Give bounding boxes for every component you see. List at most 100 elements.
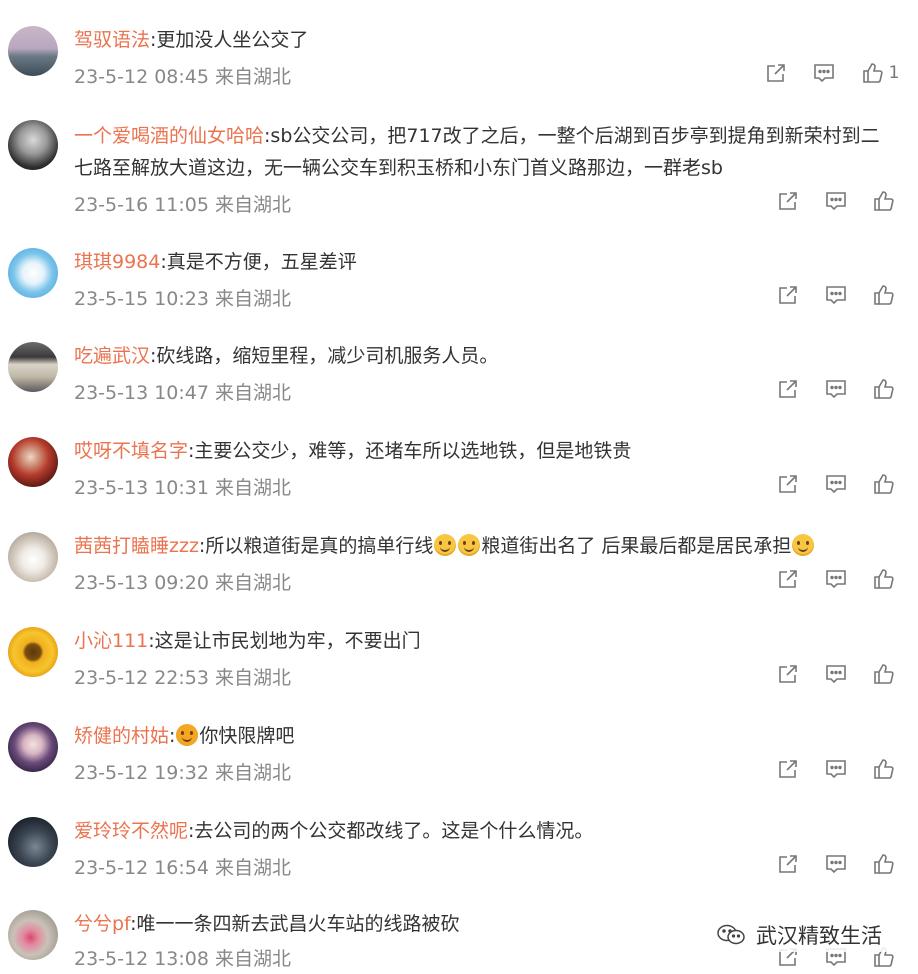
comment-meta: 23-5-13 10:47 来自湖北 — [74, 378, 291, 405]
avatar[interactable] — [8, 627, 58, 677]
comment-body: :真是不方便，五星差评 — [160, 251, 357, 273]
comment-body: 你快限牌吧 — [199, 725, 295, 747]
thumbs-up-icon[interactable] — [860, 282, 908, 308]
share-icon[interactable] — [764, 661, 812, 687]
avatar[interactable] — [8, 342, 58, 392]
location: 来自湖北 — [215, 288, 292, 310]
share-icon[interactable] — [764, 282, 812, 308]
thumbs-up-icon[interactable] — [860, 851, 908, 877]
comment-actions — [764, 756, 908, 782]
share-icon[interactable] — [764, 471, 812, 497]
comment-icon[interactable] — [812, 661, 860, 687]
comment-item: 爱玲玲不然呢:去公司的两个公交都改线了。这是个什么情况。 23-5-12 16:… — [0, 797, 918, 892]
comment-item: 驾驭语法:更加没人坐公交了 23-5-12 08:45 来自湖北 1 — [0, 0, 918, 100]
thumbs-up-icon[interactable] — [860, 188, 908, 214]
username-link[interactable]: 爱玲玲不然呢 — [74, 820, 188, 842]
comment-icon[interactable] — [812, 851, 860, 877]
avatar[interactable] — [8, 248, 58, 298]
timestamp: 23-5-12 22:53 — [74, 667, 209, 689]
comment-body: :唯一一条四新去武昌火车站的线路被砍 — [130, 913, 460, 935]
avatar[interactable] — [8, 532, 58, 582]
smile-emoji-icon — [458, 534, 481, 556]
comment-icon[interactable] — [812, 188, 860, 214]
location: 来自湖北 — [215, 857, 292, 879]
comment-item: 琪琪9984:真是不方便，五星差评 23-5-15 10:23 来自湖北 — [0, 228, 918, 322]
avatar[interactable] — [8, 26, 58, 76]
smile-emoji-icon — [434, 534, 457, 556]
share-icon[interactable] — [764, 376, 812, 402]
comment-icon[interactable] — [812, 282, 860, 308]
username-link[interactable]: 一个爱喝酒的仙女哈哈 — [74, 125, 264, 147]
comment-meta: 23-5-12 22:53 来自湖北 — [74, 663, 291, 690]
username-link[interactable]: 琪琪9984 — [74, 251, 160, 273]
comment-text: 小沁111:这是让市民划地为牢，不要出门 — [74, 625, 888, 657]
avatar[interactable] — [8, 722, 58, 772]
avatar[interactable] — [8, 817, 58, 867]
comment-body: :砍线路，缩短里程，减少司机服务人员。 — [150, 345, 499, 367]
comment-item: 小沁111:这是让市民划地为牢，不要出门 23-5-12 22:53 来自湖北 — [0, 607, 918, 702]
comment-text: 琪琪9984:真是不方便，五星差评 — [74, 246, 888, 278]
username-link[interactable]: 吃遍武汉 — [74, 345, 150, 367]
comment-icon[interactable] — [812, 756, 860, 782]
like-count: 1 — [888, 63, 900, 83]
share-icon[interactable] — [764, 188, 812, 214]
timestamp: 23-5-16 11:05 — [74, 194, 209, 216]
thumbs-up-icon[interactable] — [860, 756, 908, 782]
comment-actions — [764, 188, 908, 214]
share-icon[interactable] — [764, 566, 812, 592]
username-link[interactable]: 驾驭语法 — [74, 29, 150, 51]
location: 来自湖北 — [215, 762, 292, 784]
wechat-icon — [717, 924, 745, 945]
avatar[interactable] — [8, 910, 58, 960]
comment-icon[interactable] — [812, 471, 860, 497]
thumbs-up-icon[interactable] — [860, 661, 908, 687]
username-link[interactable]: 矫健的村姑 — [74, 725, 169, 747]
thumbs-up-icon[interactable] — [860, 376, 908, 402]
share-icon[interactable] — [764, 756, 812, 782]
smile-emoji-icon — [792, 534, 815, 556]
username-link[interactable]: 茜茜打瞌睡zzz — [74, 535, 199, 557]
timestamp: 23-5-12 13:08 — [74, 948, 209, 970]
comment-actions — [764, 661, 908, 687]
avatar[interactable] — [8, 120, 58, 170]
comment-meta: 23-5-16 11:05 来自湖北 — [74, 190, 291, 217]
timestamp: 23-5-12 08:45 — [74, 66, 209, 88]
timestamp: 23-5-15 10:23 — [74, 288, 209, 310]
like-button[interactable]: 1 — [848, 60, 912, 86]
timestamp: 23-5-12 16:54 — [74, 857, 209, 879]
share-icon[interactable] — [764, 851, 812, 877]
thumbs-up-icon — [862, 63, 883, 83]
comment-actions — [764, 376, 908, 402]
avatar[interactable] — [8, 437, 58, 487]
comment-actions: 1 — [752, 60, 912, 86]
comment-body: :更加没人坐公交了 — [150, 29, 309, 51]
watermark: 武汉精致生活 — [710, 918, 888, 952]
thumbs-up-icon[interactable] — [860, 566, 908, 592]
share-icon[interactable] — [752, 60, 800, 86]
comment-text: 茜茜打瞌睡zzz:所以粮道街是真的搞单行线 粮道街出名了 后果最后都是居民承担 — [74, 530, 888, 562]
comment-meta: 23-5-12 19:32 来自湖北 — [74, 758, 291, 785]
comment-text: 矫健的村姑: 你快限牌吧 — [74, 724, 295, 747]
watermark-text: 武汉精致生活 — [756, 924, 882, 948]
comment-body: :去公司的两个公交都改线了。这是个什么情况。 — [188, 820, 594, 842]
comment-icon[interactable] — [800, 60, 848, 86]
location: 来自湖北 — [215, 948, 292, 970]
comment-text: 爱玲玲不然呢:去公司的两个公交都改线了。这是个什么情况。 — [74, 815, 888, 847]
comment-meta: 23-5-12 08:45 来自湖北 — [74, 62, 291, 89]
username-link[interactable]: 哎呀不填名字 — [74, 440, 188, 462]
location: 来自湖北 — [215, 382, 292, 404]
comment-body: 粮道街出名了 后果最后都是居民承担 — [481, 535, 792, 557]
username-link[interactable]: 兮兮pf — [74, 913, 130, 935]
timestamp: 23-5-12 19:32 — [74, 762, 209, 784]
comment-body: :所以粮道街是真的搞单行线 — [198, 535, 434, 557]
location: 来自湖北 — [215, 667, 292, 689]
comment-icon[interactable] — [812, 376, 860, 402]
thumbs-up-icon[interactable] — [860, 471, 908, 497]
comment-item: 茜茜打瞌睡zzz:所以粮道街是真的搞单行线 粮道街出名了 后果最后都是居民承担 2… — [0, 512, 918, 607]
location: 来自湖北 — [215, 477, 292, 499]
comment-icon[interactable] — [812, 566, 860, 592]
username-link[interactable]: 小沁111 — [74, 630, 148, 652]
comment-text: 哎呀不填名字:主要公交少，难等，还堵车所以选地铁，但是地铁贵 — [74, 435, 888, 467]
comment-item: 矫健的村姑: 你快限牌吧 23-5-12 19:32 来自湖北 — [0, 702, 918, 797]
location: 来自湖北 — [215, 194, 292, 216]
